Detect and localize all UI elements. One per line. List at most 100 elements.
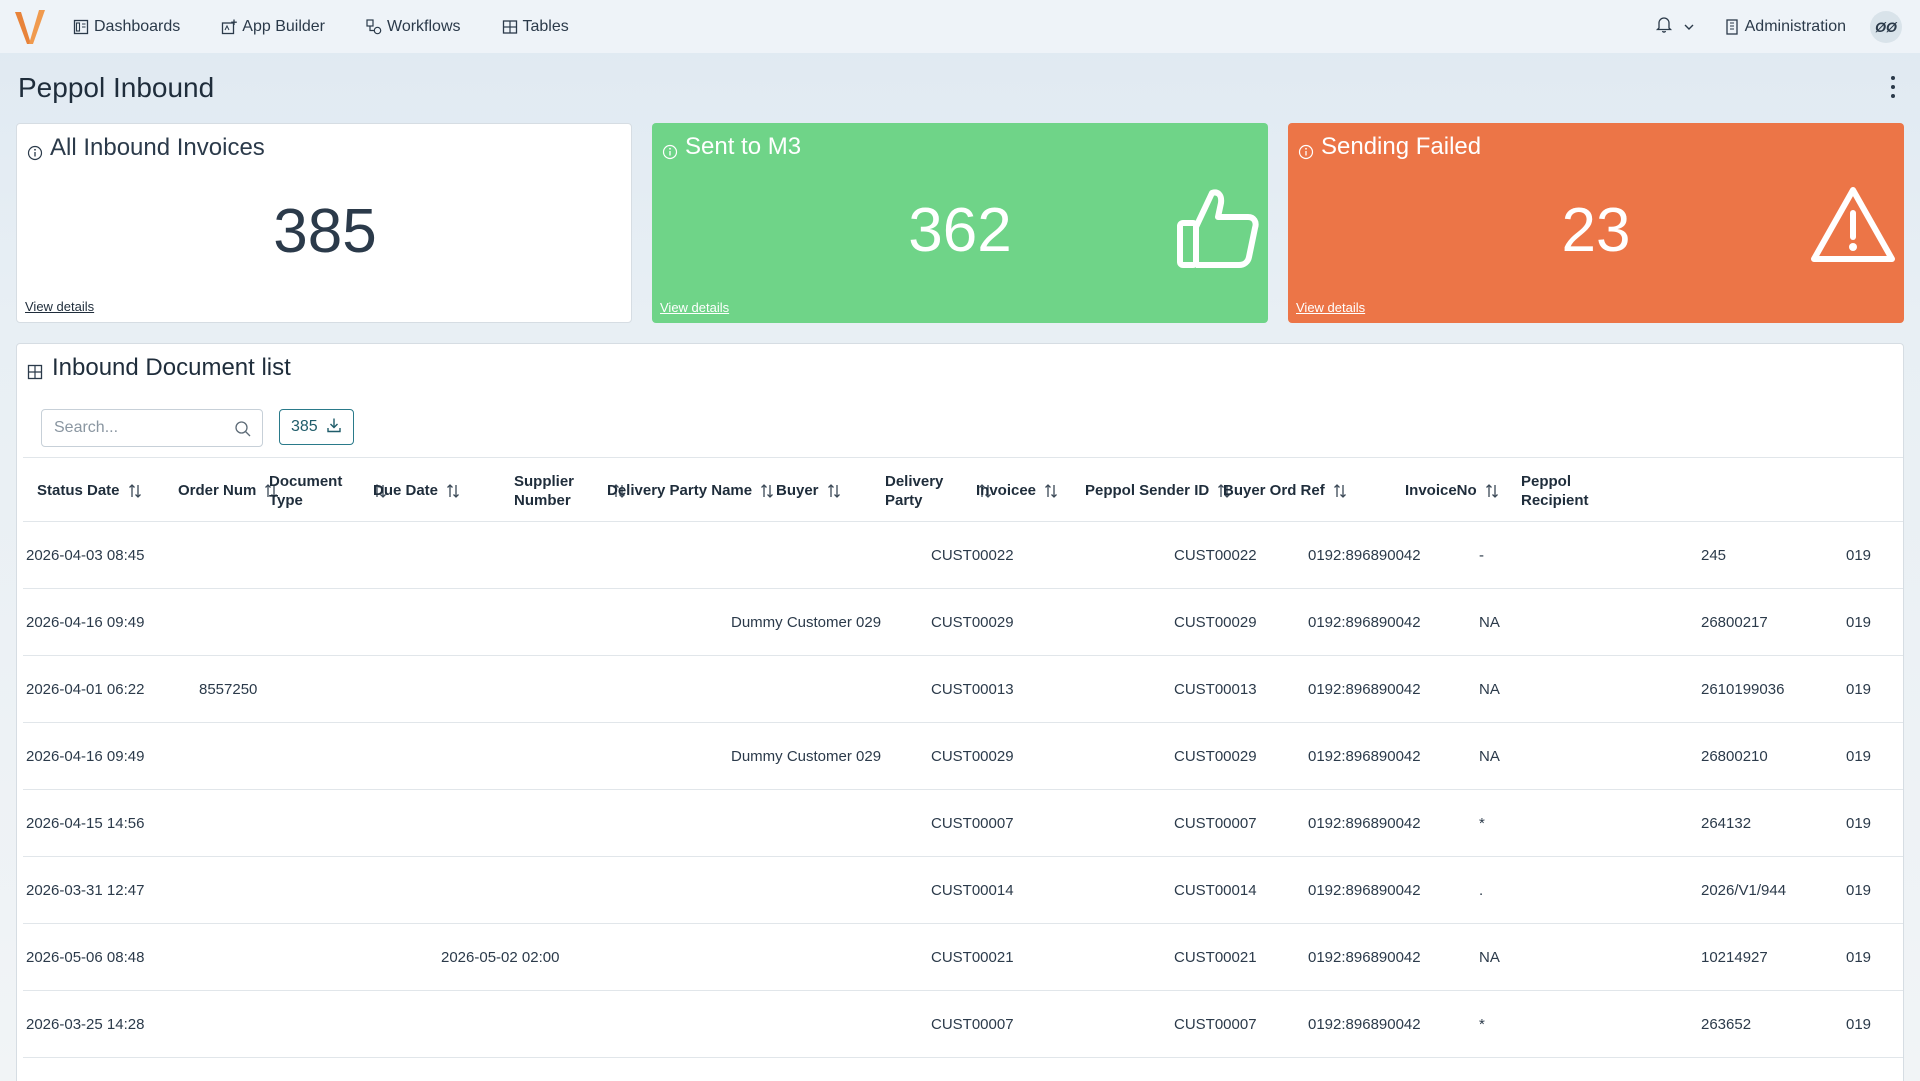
column-header-label: Invoicee bbox=[976, 482, 1037, 499]
search-field[interactable] bbox=[41, 409, 263, 447]
column-header-delivery-party-name[interactable]: Delivery Party Name bbox=[607, 458, 774, 523]
cell-buyer-ord-ref: * bbox=[1479, 815, 1485, 832]
cell-invoice-no: 263652 bbox=[1701, 1016, 1752, 1033]
export-button[interactable]: 385 bbox=[279, 409, 354, 445]
sort-icon[interactable] bbox=[1485, 483, 1499, 499]
warning-icon bbox=[1810, 185, 1896, 270]
nav-label: Workflows bbox=[387, 17, 461, 35]
page-title: Peppol Inbound bbox=[18, 72, 215, 103]
info-icon[interactable] bbox=[662, 139, 678, 160]
cell-invoicee: CUST00021 bbox=[1174, 949, 1257, 966]
app-logo[interactable] bbox=[0, 0, 60, 53]
table-row[interactable]: 2026-03-25 14:28 CUST00007 CUST00007 0192:8… bbox=[23, 991, 1903, 1058]
document-table: Status Date Order Num Document Type Due Dat… bbox=[23, 457, 1903, 1058]
table-row[interactable]: 2026-04-16 09:49 Dummy Customer 029 CUST00… bbox=[23, 589, 1903, 656]
column-header-label: Buyer bbox=[776, 482, 819, 499]
card-sent-to-m3: Sent to M3 362 View details bbox=[652, 123, 1268, 323]
user-avatar[interactable]: ØØ bbox=[1870, 10, 1902, 43]
column-header-label: Delivery Party Name bbox=[607, 482, 753, 499]
nav-tables[interactable]: Tables bbox=[501, 18, 569, 36]
view-details-link[interactable]: View details bbox=[660, 300, 729, 315]
column-header-peppol-recipient[interactable]: Peppol Recipient bbox=[1521, 458, 1589, 523]
cell-buyer: CUST00029 bbox=[931, 748, 1014, 765]
card-sending-failed: Sending Failed 23 View details bbox=[1288, 123, 1904, 323]
workflow-icon bbox=[365, 18, 383, 36]
column-header-label: Document Type bbox=[269, 472, 343, 509]
cell-delivery-party-name: Dummy Customer 029 bbox=[731, 614, 882, 631]
sort-icon[interactable] bbox=[1044, 483, 1058, 499]
cell-peppol-sender-id: 0192:896890042 bbox=[1308, 949, 1421, 966]
bell-icon bbox=[1655, 15, 1673, 38]
cell-buyer: CUST00021 bbox=[931, 949, 1014, 966]
column-header-label: InvoiceNo bbox=[1405, 482, 1477, 499]
column-header-order-num[interactable]: Order Num bbox=[178, 458, 278, 523]
app-builder-icon bbox=[220, 18, 238, 36]
column-header-due-date[interactable]: Due Date bbox=[373, 458, 460, 523]
card-all-inbound-invoices: All Inbound Invoices 385 View details bbox=[16, 123, 632, 323]
nav-app-builder[interactable]: App Builder bbox=[220, 18, 325, 36]
cell-peppol-sender-id: 0192:896890042 bbox=[1308, 614, 1421, 631]
cell-invoice-no: 26800210 bbox=[1701, 748, 1768, 765]
cell-peppol-recipient: 019 bbox=[1846, 748, 1872, 765]
nav-label: App Builder bbox=[242, 17, 325, 35]
search-icon[interactable] bbox=[234, 420, 252, 443]
table-row[interactable]: 2026-04-15 14:56 CUST00007 CUST00007 0192:8… bbox=[23, 790, 1903, 857]
cell-peppol-sender-id: 0192:896890042 bbox=[1308, 1016, 1421, 1033]
nav-dashboards[interactable]: Dashboards bbox=[72, 18, 180, 36]
cell-peppol-sender-id: 0192:896890042 bbox=[1308, 815, 1421, 832]
cell-invoicee: CUST00007 bbox=[1174, 1016, 1257, 1033]
cell-peppol-recipient: 019 bbox=[1846, 949, 1872, 966]
sort-icon[interactable] bbox=[827, 483, 841, 499]
sort-icon[interactable] bbox=[1333, 483, 1347, 499]
table-row[interactable]: 2026-04-01 06:22 8557250 CUST00013 CUST0001… bbox=[23, 656, 1903, 723]
cell-invoicee: CUST00029 bbox=[1174, 748, 1257, 765]
column-header-buyer-ord-ref[interactable]: Buyer Ord Ref bbox=[1223, 458, 1347, 523]
column-header-document-type[interactable]: Document Type bbox=[269, 458, 387, 523]
cell-buyer: CUST00007 bbox=[931, 1016, 1014, 1033]
cell-invoice-no: 2610199036 bbox=[1701, 681, 1785, 698]
table-row[interactable]: 2026-04-03 08:45 CUST00022 CUST00022 0192:8… bbox=[23, 522, 1903, 589]
table-row[interactable]: 2026-03-31 12:47 CUST00014 CUST00014 0192:8… bbox=[23, 857, 1903, 924]
column-header-peppol-sender-id[interactable]: Peppol Sender ID bbox=[1085, 458, 1231, 523]
column-header-label: Peppol Sender ID bbox=[1085, 482, 1210, 499]
nav-workflows[interactable]: Workflows bbox=[365, 18, 461, 36]
cell-status-date: 2026-04-01 06:22 bbox=[26, 681, 145, 698]
sort-icon[interactable] bbox=[446, 483, 460, 499]
column-header-invoicee[interactable]: Invoicee bbox=[976, 458, 1058, 523]
search-input[interactable] bbox=[54, 419, 224, 437]
cell-status-date: 2026-04-03 08:45 bbox=[26, 547, 145, 564]
cell-buyer-ord-ref: - bbox=[1479, 547, 1484, 564]
cell-buyer-ord-ref: . bbox=[1479, 882, 1484, 899]
card-title: All Inbound Invoices bbox=[50, 134, 265, 161]
column-header-label: Due Date bbox=[373, 482, 439, 499]
view-details-link[interactable]: View details bbox=[25, 299, 94, 314]
cell-peppol-sender-id: 0192:896890042 bbox=[1308, 681, 1421, 698]
view-details-link[interactable]: View details bbox=[1296, 300, 1365, 315]
sort-icon[interactable] bbox=[128, 483, 142, 499]
info-icon[interactable] bbox=[1298, 139, 1314, 160]
chevron-down-icon bbox=[1683, 21, 1695, 33]
dashboard-icon bbox=[72, 18, 90, 36]
column-header-label: Order Num bbox=[178, 482, 257, 499]
administration-link[interactable]: Administration bbox=[1725, 18, 1846, 36]
cell-buyer: CUST00013 bbox=[931, 681, 1014, 698]
table-row[interactable]: 2026-04-16 09:49 Dummy Customer 029 CUST00… bbox=[23, 723, 1903, 790]
cell-invoicee: CUST00022 bbox=[1174, 547, 1257, 564]
cell-invoicee: CUST00029 bbox=[1174, 614, 1257, 631]
cell-invoicee: CUST00007 bbox=[1174, 815, 1257, 832]
cell-status-date: 2026-04-16 09:49 bbox=[26, 614, 145, 631]
cell-buyer-ord-ref: NA bbox=[1479, 949, 1500, 966]
cell-buyer-ord-ref: NA bbox=[1479, 681, 1500, 698]
sort-icon[interactable] bbox=[760, 483, 774, 499]
cell-peppol-sender-id: 0192:896890042 bbox=[1308, 748, 1421, 765]
notifications-button[interactable] bbox=[1655, 15, 1695, 38]
cell-peppol-recipient: 019 bbox=[1846, 882, 1872, 899]
card-title: Sending Failed bbox=[1321, 133, 1482, 160]
cell-invoice-no: 245 bbox=[1701, 547, 1727, 564]
info-icon[interactable] bbox=[27, 140, 43, 161]
column-header-invoice-no[interactable]: InvoiceNo bbox=[1405, 458, 1499, 523]
more-options-icon[interactable] bbox=[1888, 76, 1898, 98]
table-row[interactable]: 2026-05-06 08:48 2026-05-02 02:00 CUST0002… bbox=[23, 924, 1903, 991]
column-header-buyer[interactable]: Buyer bbox=[776, 458, 841, 523]
column-header-status-date[interactable]: Status Date bbox=[37, 458, 142, 523]
